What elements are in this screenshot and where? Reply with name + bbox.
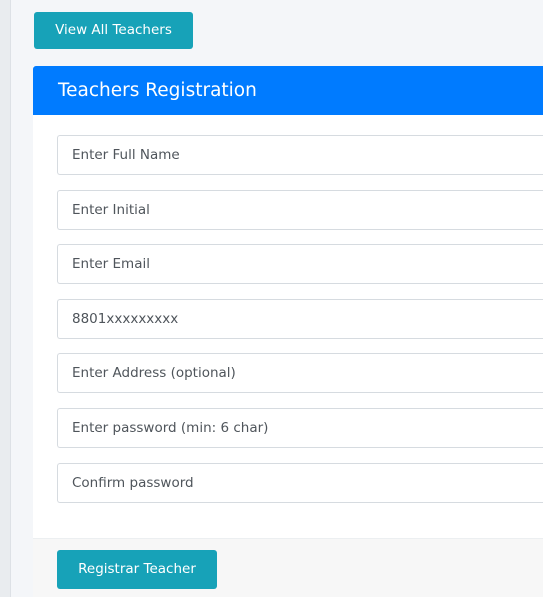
confirm-password-input[interactable] [57, 463, 543, 503]
registration-form [33, 115, 543, 538]
view-all-teachers-button[interactable]: View All Teachers [34, 12, 193, 49]
initial-input[interactable] [57, 190, 543, 230]
card-title: Teachers Registration [33, 66, 543, 115]
teachers-registration-card: Teachers Registration Registrar Teacher [33, 66, 543, 597]
left-sidebar-edge [0, 0, 11, 597]
password-input[interactable] [57, 408, 543, 448]
phone-input[interactable] [57, 299, 543, 339]
address-input[interactable] [57, 353, 543, 393]
full-name-input[interactable] [57, 135, 543, 175]
card-footer: Registrar Teacher [33, 538, 543, 597]
register-teacher-button[interactable]: Registrar Teacher [57, 550, 217, 589]
email-input[interactable] [57, 244, 543, 284]
